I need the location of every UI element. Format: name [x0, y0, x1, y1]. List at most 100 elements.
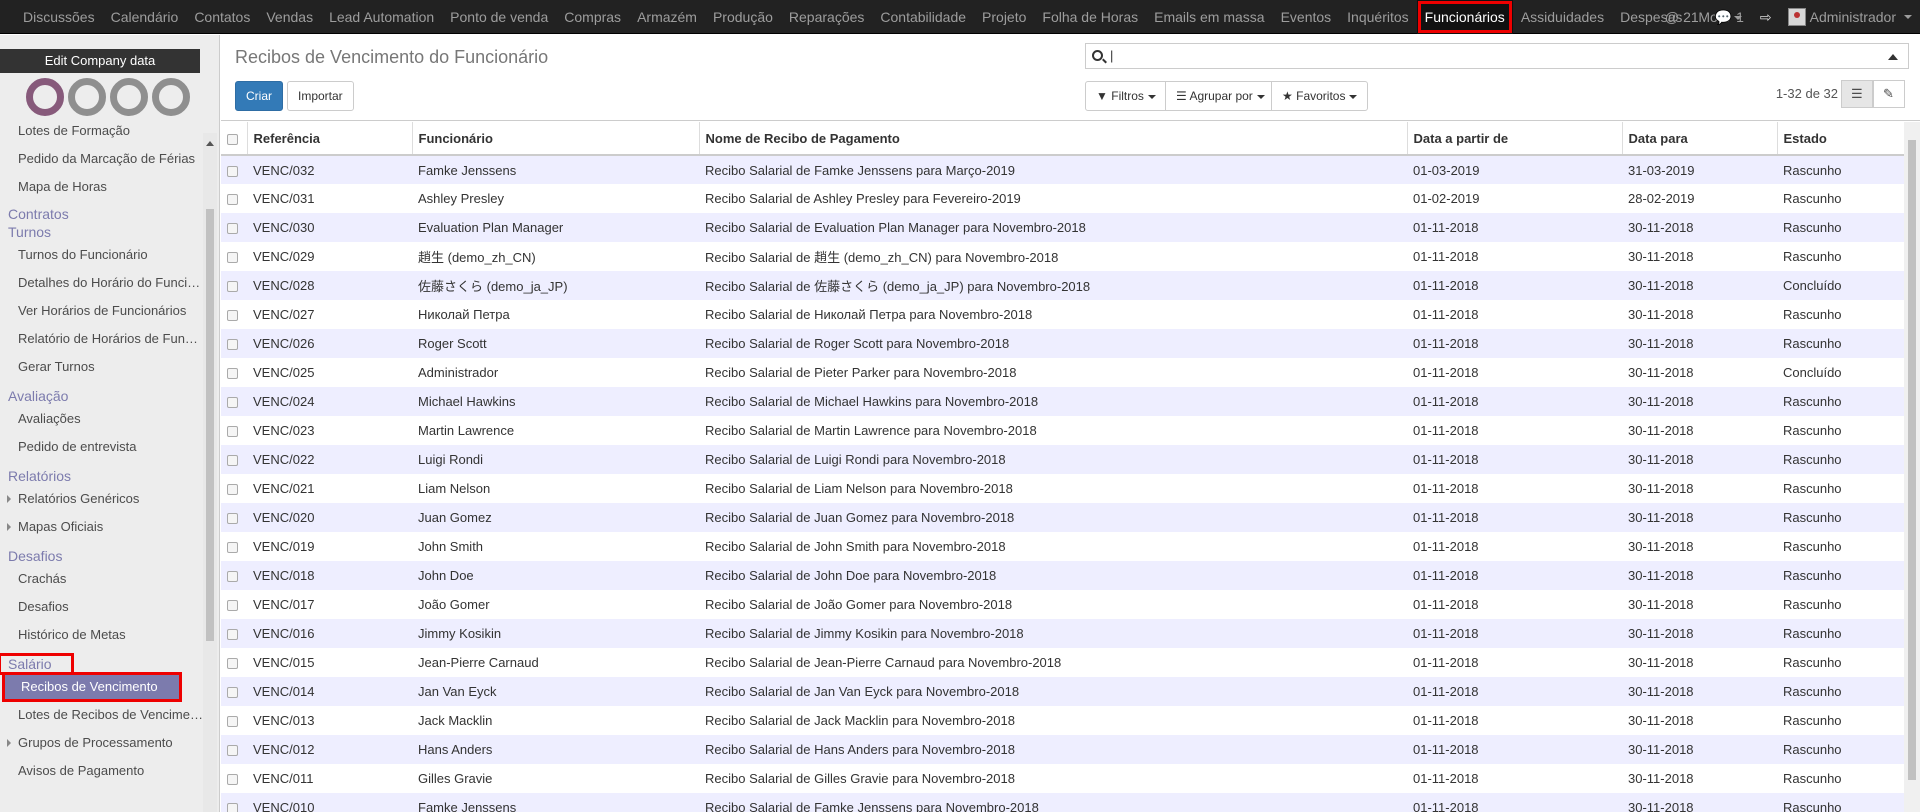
scrollbar-thumb[interactable] — [206, 209, 214, 641]
menu-item[interactable]: Eventos — [1273, 0, 1340, 34]
row-checkbox[interactable] — [227, 426, 238, 438]
menu-item[interactable]: Armazém — [629, 0, 705, 34]
table-row[interactable]: VENC/023 Martin Lawrence Recibo Salarial d… — [221, 416, 1904, 445]
scrollbar-thumb[interactable] — [1908, 140, 1916, 780]
row-checkbox[interactable] — [227, 745, 238, 757]
row-checkbox[interactable] — [227, 223, 238, 235]
sidebar-item[interactable]: Relatório de Horários de Funcionários — [0, 325, 203, 353]
row-checkbox[interactable] — [227, 716, 238, 728]
messages-button[interactable]: 💬 1 — [1707, 9, 1752, 26]
create-button[interactable]: Criar — [235, 81, 283, 111]
sidebar-item[interactable]: Mapa de Horas — [0, 173, 203, 201]
row-checkbox[interactable] — [227, 281, 238, 293]
row-checkbox[interactable] — [227, 542, 238, 554]
sidebar-item[interactable]: Lotes de Formação — [0, 117, 203, 145]
menu-item[interactable]: Projeto — [974, 0, 1034, 34]
row-checkbox[interactable] — [227, 455, 238, 467]
favorites-button[interactable]: ★ Favoritos — [1271, 81, 1369, 111]
filters-button[interactable]: ▼ Filtros — [1085, 81, 1167, 111]
row-checkbox[interactable] — [227, 571, 238, 583]
column-header[interactable]: Funcionário — [412, 122, 700, 156]
sidebar-item[interactable]: Detalhes do Horário do Funcionário — [0, 269, 203, 297]
sidebar-item[interactable]: Avisos de Pagamento — [0, 757, 203, 785]
table-row[interactable]: VENC/029 趙生 (demo_zh_CN) Recibo Salarial d… — [221, 242, 1904, 271]
sidebar-item[interactable]: Mapas Oficiais — [0, 513, 203, 541]
row-checkbox[interactable] — [227, 803, 238, 812]
table-row[interactable]: VENC/031 Ashley Presley Recibo Salarial de… — [221, 184, 1904, 213]
row-checkbox[interactable] — [227, 629, 238, 641]
menu-item[interactable]: Ponto de venda — [442, 0, 556, 34]
table-row[interactable]: VENC/032 Famke Jenssens Recibo Salarial de… — [221, 155, 1904, 184]
column-header[interactable]: Referência — [247, 122, 413, 156]
menu-item[interactable]: Discussões — [15, 0, 103, 34]
sidebar-item[interactable]: Turnos do Funcionário — [0, 241, 203, 269]
sidebar-item[interactable]: Grupos de Processamento — [0, 729, 203, 757]
import-button[interactable]: Importar — [287, 81, 354, 111]
row-checkbox[interactable] — [227, 484, 238, 496]
table-row[interactable]: VENC/010 Famke Jenssens Recibo Salarial de… — [221, 793, 1904, 812]
row-checkbox[interactable] — [227, 397, 238, 409]
sidebar-item[interactable]: Recibos de Vencimento — [2, 672, 182, 702]
table-row[interactable]: VENC/027 Николай Петра Recibo Salarial de … — [221, 300, 1904, 329]
sidebar-item[interactable]: Lotes de Recibos de Vencimento — [0, 701, 203, 729]
menu-item[interactable]: Funcionários — [1416, 0, 1513, 34]
search-input[interactable]: | — [1085, 43, 1909, 69]
sidebar-item[interactable]: Crachás — [0, 565, 203, 593]
table-row[interactable]: VENC/018 John Doe Recibo Salarial de John … — [221, 561, 1904, 590]
table-row[interactable]: VENC/024 Michael Hawkins Recibo Salarial d… — [221, 387, 1904, 416]
table-row[interactable]: VENC/022 Luigi Rondi Recibo Salarial de Lu… — [221, 445, 1904, 474]
table-row[interactable]: VENC/017 João Gomer Recibo Salarial de Joã… — [221, 590, 1904, 619]
row-checkbox[interactable] — [227, 687, 238, 699]
row-checkbox[interactable] — [227, 600, 238, 612]
sidebar-item[interactable]: Pedido da Marcação de Férias — [0, 145, 203, 173]
menu-item[interactable]: Reparações — [781, 0, 873, 34]
table-row[interactable]: VENC/021 Liam Nelson Recibo Salarial de Li… — [221, 474, 1904, 503]
menu-item[interactable]: Contatos — [186, 0, 258, 34]
sidebar-item[interactable]: Pedido de entrevista — [0, 433, 203, 461]
edit-company-button[interactable]: Edit Company data — [0, 49, 200, 73]
menu-item[interactable]: Vendas — [258, 0, 321, 34]
row-checkbox[interactable] — [227, 194, 238, 206]
row-checkbox[interactable] — [227, 368, 238, 380]
table-row[interactable]: VENC/015 Jean-Pierre Carnaud Recibo Salari… — [221, 648, 1904, 677]
table-row[interactable]: VENC/025 Administrador Recibo Salarial de … — [221, 358, 1904, 387]
column-header[interactable]: Data para — [1622, 122, 1778, 156]
menu-item[interactable]: Folha de Horas — [1034, 0, 1146, 34]
sidebar-item[interactable]: Desafios — [0, 593, 203, 621]
sidebar-item[interactable]: Gerar Turnos — [0, 353, 203, 381]
column-header[interactable]: Data a partir de — [1407, 122, 1623, 156]
sidebar-item[interactable]: Ver Horários de Funcionários — [0, 297, 203, 325]
search-toggle-icon[interactable] — [1888, 54, 1898, 60]
menu-item[interactable]: Contabilidade — [872, 0, 974, 34]
sidebar-item[interactable]: Avaliações — [0, 405, 203, 433]
menu-item[interactable]: Compras — [556, 0, 629, 34]
menu-item[interactable]: Inquéritos — [1339, 0, 1416, 34]
table-row[interactable]: VENC/016 Jimmy Kosikin Recibo Salarial de … — [221, 619, 1904, 648]
row-checkbox[interactable] — [227, 774, 238, 786]
list-view-button[interactable]: ☰ — [1841, 80, 1873, 108]
table-row[interactable]: VENC/011 Gilles Gravie Recibo Salarial de … — [221, 764, 1904, 793]
scroll-up-icon[interactable] — [206, 141, 214, 146]
menu-item[interactable]: Calendário — [103, 0, 187, 34]
column-header[interactable]: Nome de Recibo de Pagamento — [699, 122, 1408, 156]
table-row[interactable]: VENC/026 Roger Scott Recibo Salarial de Ro… — [221, 329, 1904, 358]
menu-item[interactable]: Lead Automation — [321, 0, 442, 34]
row-checkbox[interactable] — [227, 310, 238, 322]
row-checkbox[interactable] — [227, 339, 238, 351]
row-checkbox[interactable] — [227, 658, 238, 670]
table-row[interactable]: VENC/013 Jack Macklin Recibo Salarial de J… — [221, 706, 1904, 735]
menu-item[interactable]: Assiduidades — [1513, 0, 1612, 34]
menu-item[interactable]: Produção — [705, 0, 781, 34]
sidebar-scrollbar[interactable] — [203, 133, 217, 812]
group-by-button[interactable]: ☰ Agrupar por — [1165, 81, 1276, 111]
row-checkbox[interactable] — [227, 165, 238, 177]
form-view-button[interactable]: ✎ — [1873, 80, 1905, 108]
sidebar-item[interactable]: Histórico de Metas — [0, 621, 203, 649]
table-row[interactable]: VENC/012 Hans Anders Recibo Salarial de Ha… — [221, 735, 1904, 764]
user-menu[interactable]: Administrador — [1780, 8, 1920, 26]
table-row[interactable]: VENC/030 Evaluation Plan Manager Recibo Sa… — [221, 213, 1904, 242]
row-checkbox[interactable] — [227, 513, 238, 525]
table-row[interactable]: VENC/014 Jan Van Eyck Recibo Salarial de J… — [221, 677, 1904, 706]
select-all-checkbox[interactable] — [227, 133, 238, 145]
menu-item[interactable]: Emails em massa — [1146, 0, 1272, 34]
